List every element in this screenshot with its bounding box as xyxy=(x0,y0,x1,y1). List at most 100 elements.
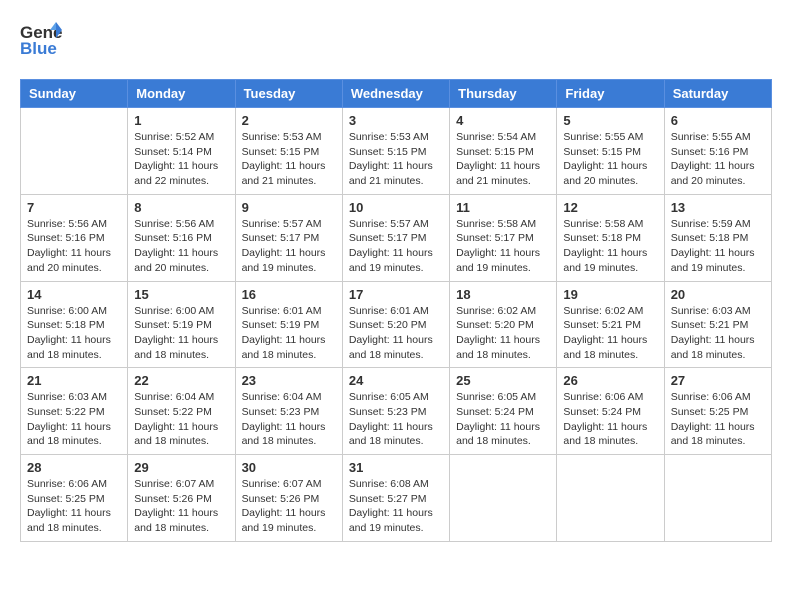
day-info: Sunrise: 5:56 AM Sunset: 5:16 PM Dayligh… xyxy=(27,217,121,276)
day-info: Sunrise: 5:55 AM Sunset: 5:15 PM Dayligh… xyxy=(563,130,657,189)
calendar-cell: 16Sunrise: 6:01 AM Sunset: 5:19 PM Dayli… xyxy=(235,281,342,368)
day-info: Sunrise: 6:05 AM Sunset: 5:24 PM Dayligh… xyxy=(456,390,550,449)
day-number: 19 xyxy=(563,287,657,302)
calendar-cell: 26 Sunrise: 6:06 AM Sunset: 5:24 PM Dayli… xyxy=(557,368,664,455)
day-number: 1 xyxy=(134,113,228,128)
calendar-cell: 3 Sunrise: 5:53 AM Sunset: 5:15 PM Daylig… xyxy=(342,108,449,195)
day-number: 22 xyxy=(134,373,228,388)
calendar-cell: 4 Sunrise: 5:54 AM Sunset: 5:15 PM Daylig… xyxy=(450,108,557,195)
day-info: Sunrise: 6:07 AM Sunset: 5:26 PM Dayligh… xyxy=(134,477,228,536)
day-number: 24 xyxy=(349,373,443,388)
day-number: 13 xyxy=(671,200,765,215)
day-info: Sunrise: 6:06 AM Sunset: 5:24 PM Dayligh… xyxy=(563,390,657,449)
day-info: Sunrise: 5:55 AM Sunset: 5:16 PM Dayligh… xyxy=(671,130,765,189)
day-info: Sunrise: 6:02 AM Sunset: 5:21 PM Dayligh… xyxy=(563,304,657,363)
week-row-3: 14 Sunrise: 6:00 AM Sunset: 5:18 PM Dayli… xyxy=(21,281,772,368)
day-info: Sunrise: 6:06 AM Sunset: 5:25 PM Dayligh… xyxy=(671,390,765,449)
weekday-header-saturday: Saturday xyxy=(664,80,771,108)
logo: General Blue xyxy=(20,20,62,63)
logo-image: General Blue xyxy=(20,20,62,63)
calendar-cell: 29 Sunrise: 6:07 AM Sunset: 5:26 PM Dayli… xyxy=(128,455,235,542)
day-info: Sunrise: 5:58 AM Sunset: 5:17 PM Dayligh… xyxy=(456,217,550,276)
calendar-cell: 20Sunrise: 6:03 AM Sunset: 5:21 PM Dayli… xyxy=(664,281,771,368)
day-number: 21 xyxy=(27,373,121,388)
day-info: Sunrise: 6:00 AM Sunset: 5:18 PM Dayligh… xyxy=(27,304,121,363)
day-info: Sunrise: 6:04 AM Sunset: 5:23 PM Dayligh… xyxy=(242,390,336,449)
day-number: 17 xyxy=(349,287,443,302)
calendar-cell: 17 Sunrise: 6:01 AM Sunset: 5:20 PM Dayli… xyxy=(342,281,449,368)
day-number: 6 xyxy=(671,113,765,128)
calendar-cell: 8 Sunrise: 5:56 AM Sunset: 5:16 PM Daylig… xyxy=(128,194,235,281)
day-number: 20 xyxy=(671,287,765,302)
day-info: Sunrise: 5:57 AM Sunset: 5:17 PM Dayligh… xyxy=(349,217,443,276)
week-row-2: 7 Sunrise: 5:56 AM Sunset: 5:16 PM Daylig… xyxy=(21,194,772,281)
calendar-cell: 22Sunrise: 6:04 AM Sunset: 5:22 PM Dayli… xyxy=(128,368,235,455)
calendar-cell: 10 Sunrise: 5:57 AM Sunset: 5:17 PM Dayli… xyxy=(342,194,449,281)
day-info: Sunrise: 5:52 AM Sunset: 5:14 PM Dayligh… xyxy=(134,130,228,189)
weekday-header-sunday: Sunday xyxy=(21,80,128,108)
week-row-4: 21Sunrise: 6:03 AM Sunset: 5:22 PM Dayli… xyxy=(21,368,772,455)
day-number: 25 xyxy=(456,373,550,388)
calendar-cell: 31 Sunrise: 6:08 AM Sunset: 5:27 PM Dayli… xyxy=(342,455,449,542)
day-number: 29 xyxy=(134,460,228,475)
day-info: Sunrise: 6:01 AM Sunset: 5:19 PM Dayligh… xyxy=(242,304,336,363)
day-info: Sunrise: 5:53 AM Sunset: 5:15 PM Dayligh… xyxy=(349,130,443,189)
calendar-cell: 18 Sunrise: 6:02 AM Sunset: 5:20 PM Dayli… xyxy=(450,281,557,368)
day-info: Sunrise: 5:58 AM Sunset: 5:18 PM Dayligh… xyxy=(563,217,657,276)
calendar-cell: 19 Sunrise: 6:02 AM Sunset: 5:21 PM Dayli… xyxy=(557,281,664,368)
day-info: Sunrise: 6:06 AM Sunset: 5:25 PM Dayligh… xyxy=(27,477,121,536)
calendar-cell: 2 Sunrise: 5:53 AM Sunset: 5:15 PM Daylig… xyxy=(235,108,342,195)
calendar-cell: 27 Sunrise: 6:06 AM Sunset: 5:25 PM Dayli… xyxy=(664,368,771,455)
day-number: 26 xyxy=(563,373,657,388)
day-number: 27 xyxy=(671,373,765,388)
calendar-cell: 12 Sunrise: 5:58 AM Sunset: 5:18 PM Dayli… xyxy=(557,194,664,281)
calendar-cell: 28 Sunrise: 6:06 AM Sunset: 5:25 PM Dayli… xyxy=(21,455,128,542)
calendar-cell: 30 Sunrise: 6:07 AM Sunset: 5:26 PM Dayli… xyxy=(235,455,342,542)
day-number: 23 xyxy=(242,373,336,388)
day-number: 30 xyxy=(242,460,336,475)
day-number: 12 xyxy=(563,200,657,215)
calendar-table: SundayMondayTuesdayWednesdayThursdayFrid… xyxy=(20,79,772,542)
day-info: Sunrise: 6:02 AM Sunset: 5:20 PM Dayligh… xyxy=(456,304,550,363)
calendar-cell xyxy=(557,455,664,542)
weekday-header-wednesday: Wednesday xyxy=(342,80,449,108)
calendar-cell: 11 Sunrise: 5:58 AM Sunset: 5:17 PM Dayli… xyxy=(450,194,557,281)
day-info: Sunrise: 6:07 AM Sunset: 5:26 PM Dayligh… xyxy=(242,477,336,536)
day-number: 28 xyxy=(27,460,121,475)
weekday-header-friday: Friday xyxy=(557,80,664,108)
page-header: General Blue xyxy=(20,20,772,63)
day-info: Sunrise: 5:53 AM Sunset: 5:15 PM Dayligh… xyxy=(242,130,336,189)
calendar-cell: 23 Sunrise: 6:04 AM Sunset: 5:23 PM Dayli… xyxy=(235,368,342,455)
day-number: 7 xyxy=(27,200,121,215)
week-row-1: 1 Sunrise: 5:52 AM Sunset: 5:14 PM Daylig… xyxy=(21,108,772,195)
day-number: 9 xyxy=(242,200,336,215)
day-info: Sunrise: 6:08 AM Sunset: 5:27 PM Dayligh… xyxy=(349,477,443,536)
day-number: 15 xyxy=(134,287,228,302)
calendar-cell: 9 Sunrise: 5:57 AM Sunset: 5:17 PM Daylig… xyxy=(235,194,342,281)
calendar-cell: 14 Sunrise: 6:00 AM Sunset: 5:18 PM Dayli… xyxy=(21,281,128,368)
weekday-header-monday: Monday xyxy=(128,80,235,108)
day-number: 10 xyxy=(349,200,443,215)
day-info: Sunrise: 6:05 AM Sunset: 5:23 PM Dayligh… xyxy=(349,390,443,449)
day-info: Sunrise: 5:59 AM Sunset: 5:18 PM Dayligh… xyxy=(671,217,765,276)
weekday-header-row: SundayMondayTuesdayWednesdayThursdayFrid… xyxy=(21,80,772,108)
calendar-cell: 25 Sunrise: 6:05 AM Sunset: 5:24 PM Dayli… xyxy=(450,368,557,455)
calendar-cell xyxy=(21,108,128,195)
day-number: 18 xyxy=(456,287,550,302)
day-info: Sunrise: 5:56 AM Sunset: 5:16 PM Dayligh… xyxy=(134,217,228,276)
day-number: 14 xyxy=(27,287,121,302)
weekday-header-tuesday: Tuesday xyxy=(235,80,342,108)
day-number: 4 xyxy=(456,113,550,128)
day-info: Sunrise: 5:54 AM Sunset: 5:15 PM Dayligh… xyxy=(456,130,550,189)
calendar-cell: 6 Sunrise: 5:55 AM Sunset: 5:16 PM Daylig… xyxy=(664,108,771,195)
day-number: 2 xyxy=(242,113,336,128)
calendar-cell: 24 Sunrise: 6:05 AM Sunset: 5:23 PM Dayli… xyxy=(342,368,449,455)
day-number: 31 xyxy=(349,460,443,475)
day-info: Sunrise: 6:01 AM Sunset: 5:20 PM Dayligh… xyxy=(349,304,443,363)
calendar-cell xyxy=(450,455,557,542)
week-row-5: 28 Sunrise: 6:06 AM Sunset: 5:25 PM Dayli… xyxy=(21,455,772,542)
day-number: 3 xyxy=(349,113,443,128)
day-info: Sunrise: 5:57 AM Sunset: 5:17 PM Dayligh… xyxy=(242,217,336,276)
day-number: 8 xyxy=(134,200,228,215)
day-number: 11 xyxy=(456,200,550,215)
